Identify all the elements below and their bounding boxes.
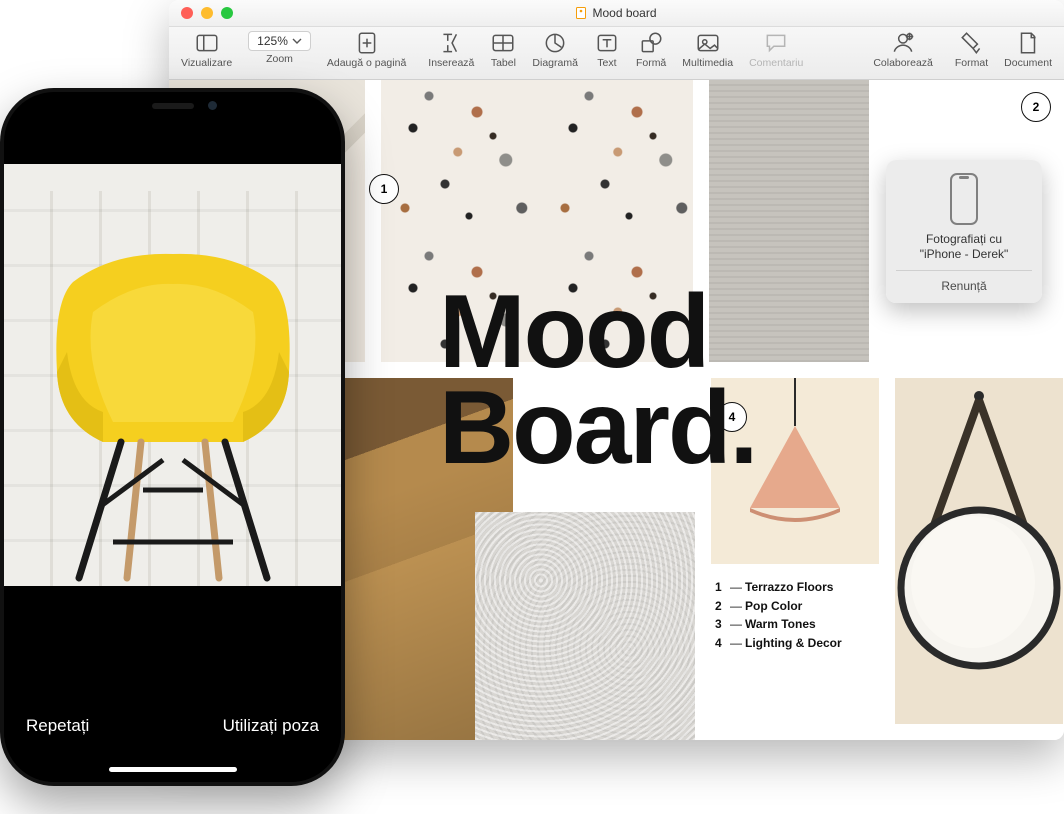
- table-button[interactable]: Tabel: [482, 29, 524, 69]
- text-label: Text: [597, 57, 616, 69]
- shape-button[interactable]: Formă: [628, 29, 674, 69]
- insert-button[interactable]: Inserează: [420, 29, 482, 69]
- view-icon: [194, 31, 220, 55]
- iphone-screen: Repetați Utilizați poza: [4, 92, 341, 782]
- chart-icon: [542, 31, 568, 55]
- legend: 1—Terrazzo Floors 2—Pop Color 3—Warm Ton…: [715, 578, 842, 652]
- popover-text: Fotografiați cu"iPhone - Derek": [896, 232, 1032, 262]
- zoom-label: Zoom: [266, 53, 293, 65]
- document-title: Mood board: [169, 6, 1064, 20]
- format-button[interactable]: Format: [947, 29, 996, 69]
- close-dot[interactable]: [181, 7, 193, 19]
- document-button[interactable]: Document: [996, 29, 1060, 69]
- shape-label: Formă: [636, 57, 666, 69]
- mirror-icon: [895, 378, 1063, 724]
- image-mirror[interactable]: [895, 378, 1063, 724]
- media-icon: [695, 31, 721, 55]
- collaborate-label: Colaborează: [873, 57, 933, 69]
- chart-button[interactable]: Diagramă: [524, 29, 586, 69]
- callout-2[interactable]: 2: [1021, 92, 1051, 122]
- traffic-lights: [169, 7, 233, 19]
- toolbar: Vizualizare 125% Zoom Adaugă o pagină In…: [169, 27, 1064, 80]
- media-label: Multimedia: [682, 57, 733, 69]
- iphone: Repetați Utilizați poza: [0, 88, 345, 786]
- use-photo-button[interactable]: Utilizați poza: [223, 716, 319, 736]
- document-label: Document: [1004, 57, 1052, 69]
- chevron-down-icon: [292, 36, 302, 46]
- camera-viewfinder[interactable]: [4, 164, 341, 594]
- format-label: Format: [955, 57, 988, 69]
- add-page-icon: [354, 31, 380, 55]
- view-label: Vizualizare: [181, 57, 232, 69]
- title-line2: Board.: [439, 381, 758, 477]
- zoom-dot[interactable]: [221, 7, 233, 19]
- comment-label: Comentariu: [749, 57, 803, 69]
- phone-icon: [947, 172, 981, 226]
- cancel-button[interactable]: Renunță: [896, 270, 1032, 293]
- collaborate-icon: [890, 31, 916, 55]
- continuity-camera-popover: Fotografiați cu"iPhone - Derek" Renunță: [886, 160, 1042, 303]
- legend-row: 3—Warm Tones: [715, 615, 842, 634]
- image-fur[interactable]: [475, 512, 695, 740]
- title-text[interactable]: Mood Board.: [439, 285, 758, 476]
- comment-button: Comentariu: [741, 29, 811, 69]
- text-button[interactable]: Text: [586, 29, 628, 69]
- comment-icon: [763, 31, 789, 55]
- legend-row: 1—Terrazzo Floors: [715, 578, 842, 597]
- add-page-label: Adaugă o pagină: [327, 57, 406, 69]
- home-indicator[interactable]: [109, 767, 237, 772]
- callout-1[interactable]: 1: [369, 174, 399, 204]
- chart-label: Diagramă: [532, 57, 578, 69]
- minimize-dot[interactable]: [201, 7, 213, 19]
- retake-button[interactable]: Repetați: [26, 716, 89, 736]
- collaborate-button[interactable]: Colaborează: [865, 29, 941, 69]
- zoom-control[interactable]: 125% Zoom: [240, 29, 319, 65]
- insert-label: Inserează: [428, 57, 474, 69]
- media-button[interactable]: Multimedia: [674, 29, 741, 69]
- add-page-button[interactable]: Adaugă o pagină: [319, 29, 414, 69]
- table-label: Tabel: [491, 57, 516, 69]
- shape-icon: [638, 31, 664, 55]
- notch: [93, 92, 253, 120]
- zoom-value: 125%: [257, 34, 288, 48]
- titlebar: Mood board: [169, 0, 1064, 27]
- document-title-text: Mood board: [592, 6, 656, 20]
- camera-bottom-bar: Repetați Utilizați poza: [4, 586, 341, 782]
- text-icon: [594, 31, 620, 55]
- legend-row: 2—Pop Color: [715, 597, 842, 616]
- document-icon: [1015, 31, 1041, 55]
- insert-icon: [438, 31, 464, 55]
- yellow-chair-icon: [43, 242, 303, 582]
- format-icon: [959, 31, 985, 55]
- pages-doc-icon: [576, 7, 586, 19]
- legend-row: 4—Lighting & Decor: [715, 634, 842, 653]
- title-line1: Mood: [439, 285, 758, 381]
- view-button[interactable]: Vizualizare: [173, 29, 240, 69]
- table-icon: [490, 31, 516, 55]
